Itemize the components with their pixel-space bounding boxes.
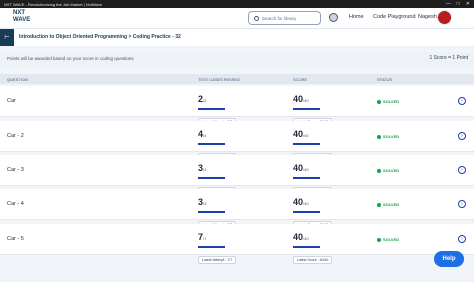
test-cases-total: /7 [203,236,207,241]
logo-line-1: NXT [13,10,25,16]
open-question-icon[interactable]: › [458,132,466,140]
test-cases-progress-fill [198,246,225,248]
window-titlebar: NXT WAVE - Revolutionizing the Job Marke… [0,0,474,8]
window-controls: — □ ✕ [446,0,470,8]
help-button[interactable]: Help [434,251,464,267]
question-name[interactable]: Car - 2 [7,133,24,139]
test-cases-total: /3 [203,167,207,172]
latest-score-badge: Latest Score : 40/40 [293,256,333,264]
status-text: SOLVED [383,99,400,104]
score-max: /40 [303,236,309,241]
breadcrumb[interactable]: Introduction to Object Oriented Programm… [19,34,181,40]
score-progress-fill [293,143,320,145]
test-cases-total: /2 [203,98,207,103]
column-header-question: QUESTION [7,77,28,82]
status-badge: SOLVED [377,99,399,104]
open-question-icon[interactable]: › [458,166,466,174]
test-cases-progress-bar [198,246,225,248]
user-name[interactable]: Nagesh [418,14,437,20]
status-text: SOLVED [383,168,400,173]
question-name[interactable]: Car [7,98,16,104]
solved-dot-icon [377,134,381,139]
solved-dot-icon [377,168,381,173]
score-progress-bar [293,177,320,179]
question-name[interactable]: Car - 3 [7,167,24,173]
maximize-icon[interactable]: □ [457,1,460,7]
breadcrumb-bar: ⊢ Introduction to Object Oriented Progra… [0,28,474,46]
table-row[interactable]: Car - 5 7/7 Latest Attempt : 7/7 40/40 Lates… [0,224,474,264]
status-text: SOLVED [383,237,400,242]
search-input[interactable]: Search for library [248,11,321,25]
score-progress-fill [293,246,320,248]
score-max: /40 [303,201,309,206]
score-value: 40 [293,197,304,207]
open-question-icon[interactable]: › [458,200,466,208]
score-value: 40 [293,232,304,242]
question-name[interactable]: Car - 4 [7,201,24,207]
avatar[interactable] [437,10,452,25]
top-navbar: NXT WAVE Search for library Home Code Pl… [0,8,474,28]
score-max: /40 [303,133,309,138]
table-header: QUESTION TEST CASES PASSED SCORE STATUS [0,74,474,84]
test-cases-total: /4 [203,133,207,138]
sidebar-toggle-icon[interactable]: ⊢ [0,29,14,46]
score-progress-bar [293,246,320,248]
score-progress-fill [293,108,320,110]
theme-toggle-icon[interactable] [329,13,338,22]
test-cases-progress-bar [198,143,225,145]
question-name[interactable]: Car - 5 [7,236,24,242]
test-cases-progress-fill [198,108,225,110]
test-cases-cell: 7/7 Latest Attempt : 7/7 [198,227,237,266]
score-value: 40 [293,94,304,104]
test-cases-progress-bar [198,211,225,213]
score-max: /40 [303,167,309,172]
close-icon[interactable]: ✕ [466,1,470,7]
status-badge: SOLVED [377,202,399,207]
column-header-test-cases: TEST CASES PASSED [198,77,240,82]
table-row[interactable]: Car2/2Latest Attempt : 2/240/40Latest Sc… [0,86,474,126]
open-question-icon[interactable]: › [458,97,466,105]
status-badge: SOLVED [377,168,399,173]
test-cases-progress-bar [198,177,225,179]
solved-dot-icon [377,99,381,104]
table-row[interactable]: Car - 33/3Latest Attempt : 3/340/40Lates… [0,155,474,195]
solved-dot-icon [377,202,381,207]
score-progress-fill [293,211,320,213]
test-cases-total: /3 [203,201,207,206]
latest-attempt-badge: Latest Attempt : 7/7 [198,256,237,264]
column-header-score: SCORE [293,77,308,82]
status-badge: SOLVED [377,134,399,139]
nxtwave-logo[interactable]: NXT WAVE [13,10,30,24]
score-max: /40 [303,98,309,103]
score-value: 40 [293,163,304,173]
test-cases-progress-bar [198,108,225,110]
search-icon [254,15,259,21]
open-question-icon[interactable]: › [458,235,466,243]
solved-dot-icon [377,237,381,242]
score-cell: 40/40 Latest Score : 40/40 [293,227,333,266]
test-cases-progress-fill [198,177,225,179]
minimize-icon[interactable]: — [446,1,451,7]
nav-code-playground-link[interactable]: Code Playground [373,14,416,20]
column-header-status: STATUS [377,77,393,82]
logo-line-2: WAVE [13,17,31,23]
window-title: NXT WAVE - Revolutionizing the Job Marke… [4,1,102,7]
table-row[interactable]: Car - 24/4Latest Attempt : 4/440/40Lates… [0,121,474,161]
status-badge: SOLVED [377,237,399,242]
test-cases-progress-fill [198,211,225,213]
points-note: Points will be awarded based on your sco… [7,56,134,61]
status-text: SOLVED [383,134,400,139]
status-text: SOLVED [383,202,400,207]
points-info-bar: Points will be awarded based on your sco… [0,52,474,66]
score-point-formula: 1 Score = 1 Point [429,55,469,61]
score-value: 40 [293,129,304,139]
search-placeholder: Search for library [262,15,297,21]
score-progress-bar [293,211,320,213]
score-progress-fill [293,177,320,179]
nav-home-link[interactable]: Home [349,14,364,20]
test-cases-progress-fill [198,143,225,145]
table-row[interactable]: Car - 43/3Latest Attempt : 3/340/40Lates… [0,189,474,229]
score-progress-bar [293,108,320,110]
score-progress-bar [293,143,320,145]
